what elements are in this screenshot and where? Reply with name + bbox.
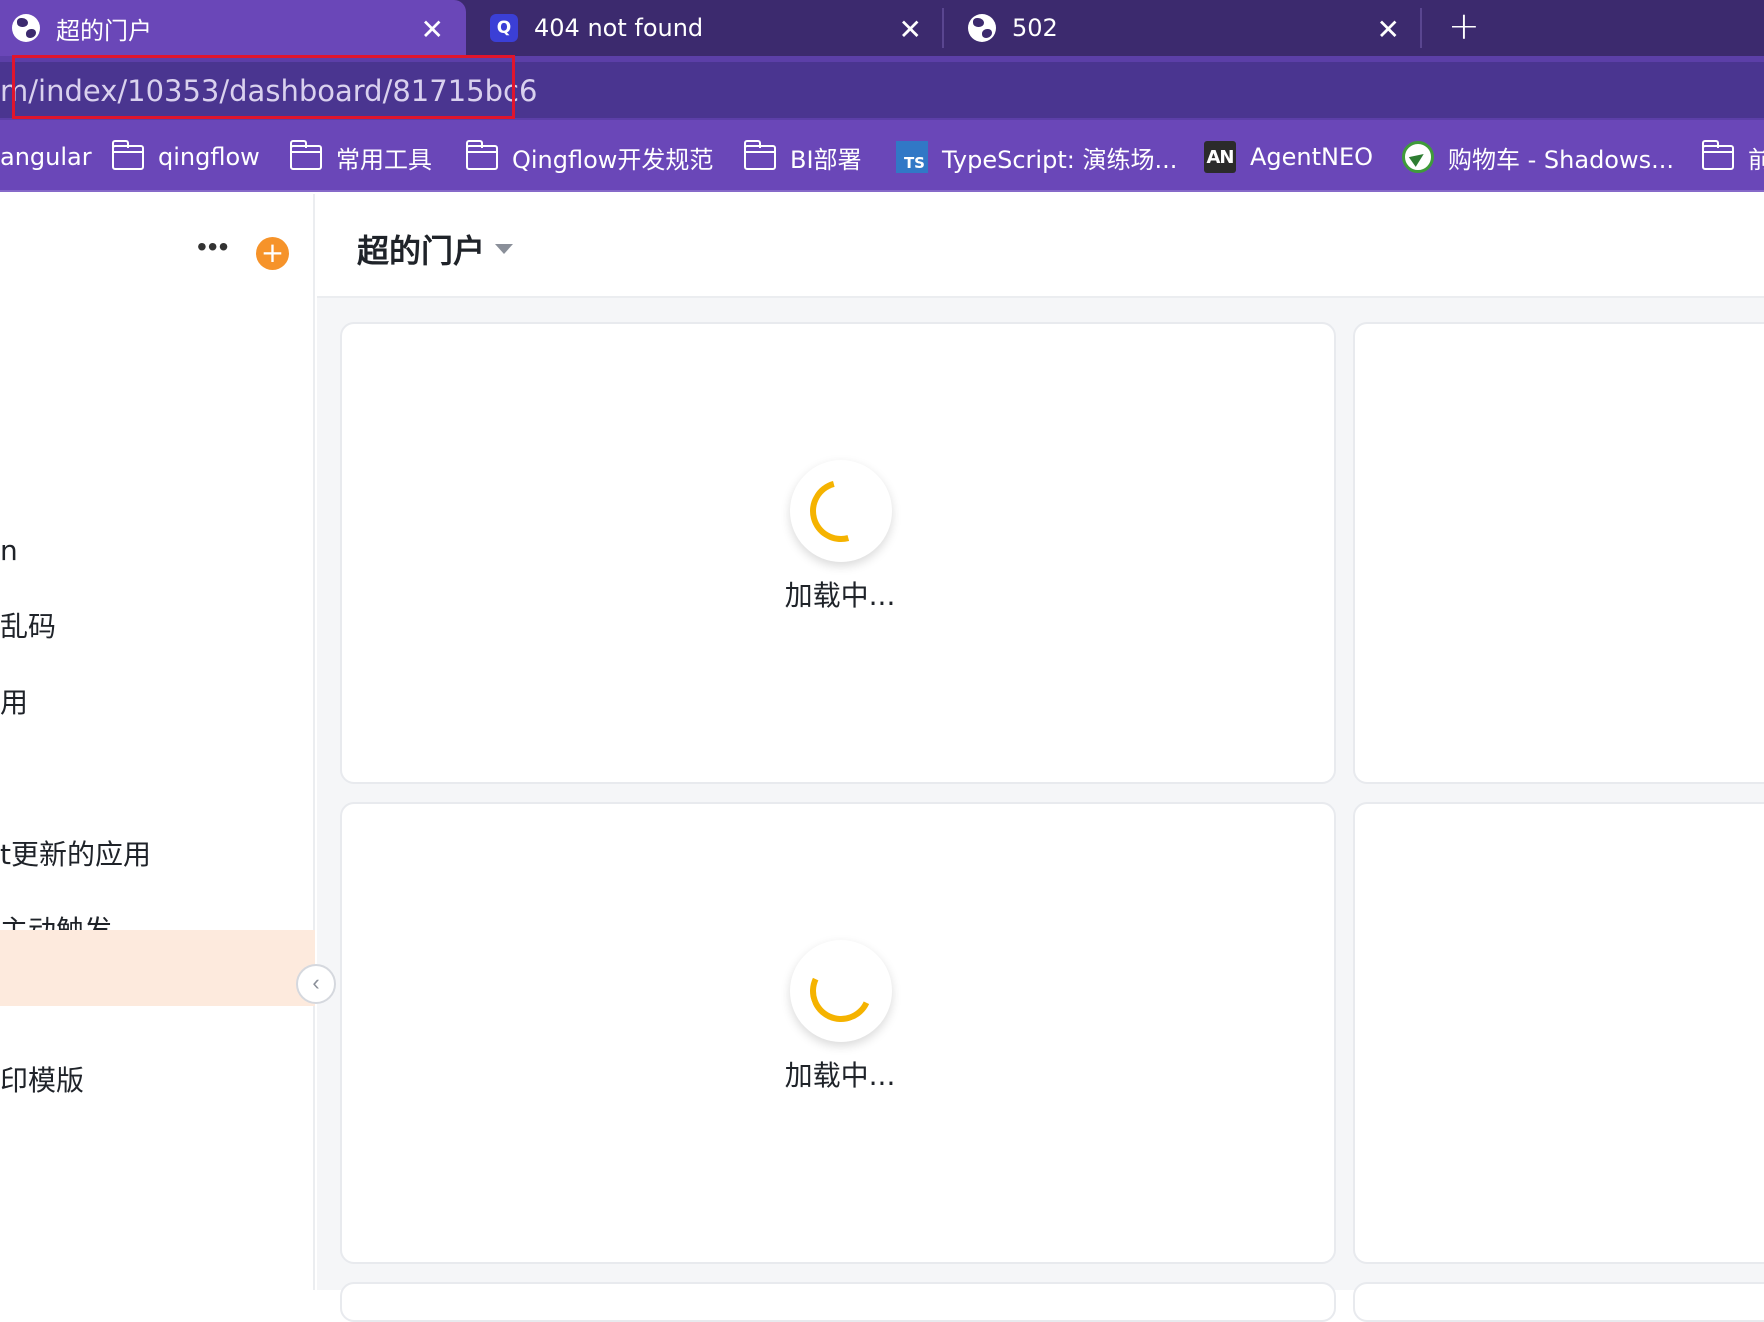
bookmark-shadowsocks-cart[interactable]: 购物车 - Shadows... [1402, 140, 1674, 174]
bookmark-label: 常用工具 [336, 145, 432, 174]
browser-toolbar: m/index/10353/dashboard/81715bc6 [0, 55, 1764, 120]
sidebar-item-selected[interactable] [0, 930, 315, 1006]
main-content: 超的门户 加载中... 加载中... [317, 194, 1764, 1322]
browser-tab-strip: 超的门户 ✕ Q 404 not found ✕ 502 ✕ + [0, 0, 1764, 56]
folder-icon [112, 139, 144, 170]
tab-title: 超的门户 [56, 16, 152, 45]
loading-spinner [790, 460, 892, 562]
bookmark-agentneo[interactable]: AN AgentNEO [1204, 140, 1373, 174]
sidebar-item-label: 印模版 [0, 1064, 85, 1097]
dashboard-card: 加载中... [340, 802, 1336, 1264]
folder-icon [744, 139, 776, 170]
tab-chao-portal[interactable]: 超的门户 ✕ [0, 0, 466, 56]
globe-icon [12, 14, 40, 42]
loading-spinner [790, 940, 892, 1042]
agentneo-icon: AN [1204, 141, 1236, 173]
folder-icon [1702, 139, 1734, 170]
folder-icon [466, 139, 498, 170]
folder-icon [290, 139, 322, 170]
dashboard-card [1353, 322, 1764, 784]
shadowsocks-icon [1402, 141, 1434, 173]
tab-404-not-found[interactable]: Q 404 not found ✕ [474, 0, 944, 56]
tab-close-icon[interactable]: ✕ [1377, 13, 1400, 46]
loading-text: 加载中... [784, 1059, 896, 1092]
sidebar-item-label: 用 [0, 686, 29, 719]
bookmark-typescript-playground[interactable]: TS TypeScript: 演练场... [896, 140, 1177, 174]
sidebar-item-label: 乱码 [0, 610, 57, 643]
bookmarks-bar: angular qingflow 常用工具 Qingflow开发规范 BI部署 … [0, 120, 1764, 192]
bookmark-common-tools[interactable]: 常用工具 [290, 139, 432, 174]
bookmark-label: 购物车 - Shadows... [1448, 145, 1675, 174]
bookmark-label: BI部署 [790, 145, 862, 174]
globe-icon [968, 14, 996, 42]
dashboard-card [1353, 1282, 1764, 1322]
sidebar-item[interactable]: n [0, 514, 315, 588]
sidebar-item[interactable]: 用 [0, 666, 315, 740]
tab-title: 404 not found [534, 14, 704, 42]
sidebar-item[interactable]: t更新的应用 [0, 818, 315, 892]
sidebar-item[interactable]: 乱码 [0, 590, 315, 664]
bookmark-angular[interactable]: angular [0, 140, 92, 174]
new-tab-button[interactable]: + [1448, 4, 1480, 48]
dashboard-card: 加载中... [340, 322, 1336, 784]
bookmark-front[interactable]: 前 [1702, 139, 1764, 174]
tab-close-icon[interactable]: ✕ [899, 13, 922, 46]
dashboard-card [1353, 802, 1764, 1264]
tab-title: 502 [1012, 14, 1058, 42]
sidebar-item-label: n [0, 534, 18, 567]
chevron-left-icon: ‹ [312, 970, 320, 995]
bookmark-bi-deploy[interactable]: BI部署 [744, 139, 862, 174]
dashboard-card [340, 1282, 1336, 1322]
url-highlight-box [12, 55, 515, 119]
tab-502[interactable]: 502 ✕ [944, 0, 1422, 56]
left-sidebar: ••• + n 乱码 用 t更新的应用 主动触发 印模版 [0, 194, 315, 1290]
bookmark-qingflow-dev-spec[interactable]: Qingflow开发规范 [466, 139, 714, 174]
bookmark-label: TypeScript: 演练场... [942, 145, 1178, 174]
loading-text: 加载中... [784, 579, 896, 612]
caret-down-icon[interactable] [495, 244, 513, 254]
bookmark-label: qingflow [158, 143, 260, 171]
typescript-icon: TS [896, 141, 928, 173]
bookmark-qingflow[interactable]: qingflow [112, 139, 260, 174]
spinner-icon [801, 951, 881, 1031]
spinner-icon [798, 468, 884, 554]
collapse-sidebar-button[interactable]: ‹ [296, 964, 336, 1004]
sidebar-item[interactable]: 印模版 [0, 1044, 315, 1118]
tab-close-icon[interactable]: ✕ [421, 13, 444, 46]
bookmark-label: Qingflow开发规范 [512, 145, 714, 174]
bookmark-label: AgentNEO [1250, 143, 1374, 171]
tab-separator [1420, 8, 1422, 48]
bookmark-label: 前 [1748, 145, 1764, 174]
sidebar-item-label: t更新的应用 [0, 838, 151, 871]
bookmark-label: angular [0, 143, 92, 171]
sidebar-item[interactable] [0, 194, 315, 268]
page-header: 超的门户 [317, 194, 1764, 298]
page-title[interactable]: 超的门户 [357, 226, 485, 272]
q-app-icon: Q [490, 14, 518, 42]
